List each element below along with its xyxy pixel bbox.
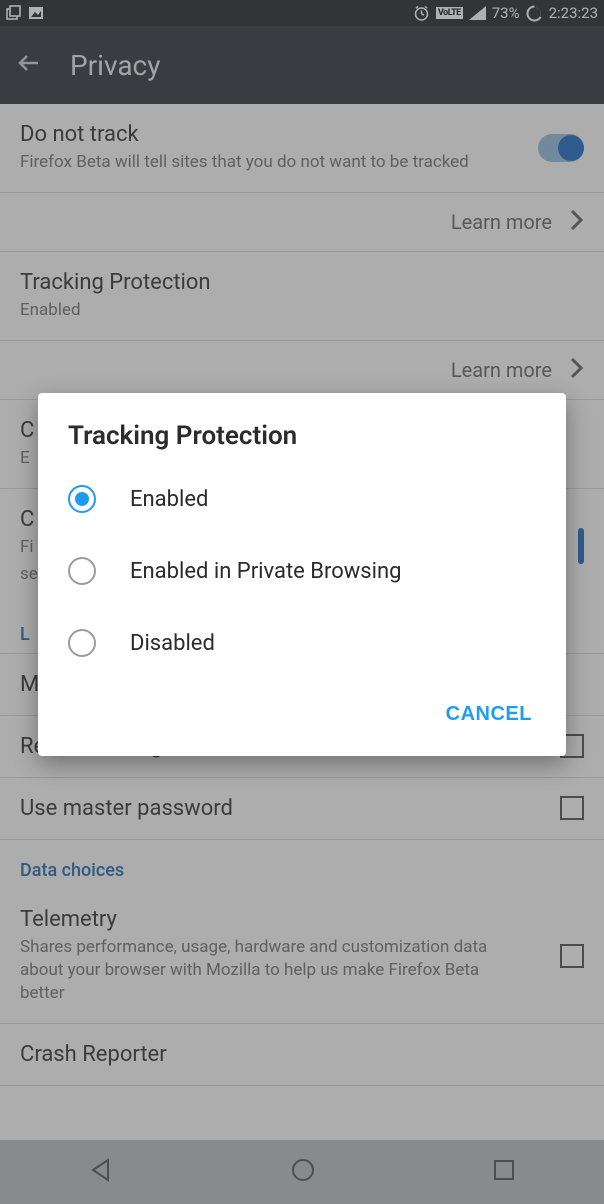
radio-option-disabled[interactable]: Disabled	[38, 607, 566, 679]
radio-option-private[interactable]: Enabled in Private Browsing	[38, 535, 566, 607]
radio-label: Enabled in Private Browsing	[130, 559, 402, 584]
radio-icon[interactable]	[68, 629, 96, 657]
radio-icon[interactable]	[68, 485, 96, 513]
radio-option-enabled[interactable]: Enabled	[38, 463, 566, 535]
dialog-title: Tracking Protection	[38, 421, 566, 463]
radio-label: Disabled	[130, 631, 215, 656]
radio-label: Enabled	[130, 487, 208, 512]
radio-icon[interactable]	[68, 557, 96, 585]
cancel-button[interactable]: CANCEL	[434, 693, 544, 736]
tracking-protection-dialog: Tracking Protection Enabled Enabled in P…	[38, 393, 566, 756]
